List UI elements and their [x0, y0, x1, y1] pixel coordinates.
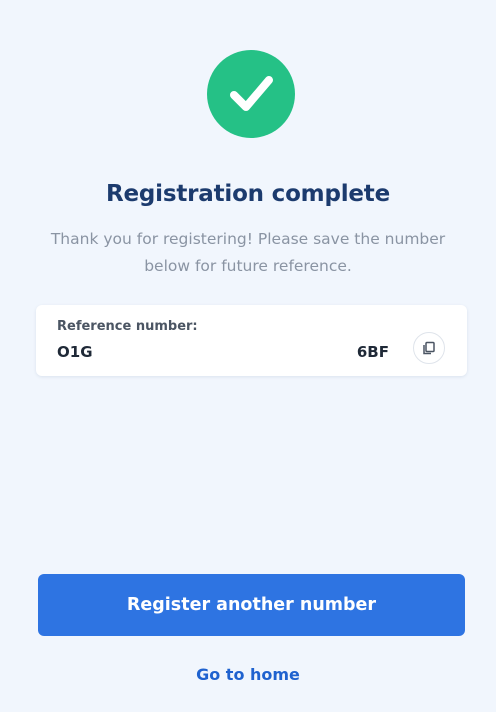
reference-number-end: 6BF [356, 343, 389, 361]
go-to-home-link[interactable]: Go to home [0, 665, 496, 684]
copy-reference-button[interactable] [413, 332, 445, 364]
page-title: Registration complete [105, 181, 390, 207]
registration-complete-screen: Registration complete Thank you for regi… [0, 0, 496, 712]
reference-number-start: O1G [57, 343, 93, 361]
checkmark-icon [230, 76, 273, 111]
register-another-number-button[interactable]: Register another number [38, 574, 465, 636]
confirmation-message: Thank you for registering! Please save t… [50, 230, 446, 275]
reference-number-card: Reference number: O1G 6BF [36, 305, 467, 376]
copy-icon [423, 341, 435, 355]
reference-number-label: Reference number: [57, 319, 198, 334]
success-check-icon [207, 50, 295, 138]
